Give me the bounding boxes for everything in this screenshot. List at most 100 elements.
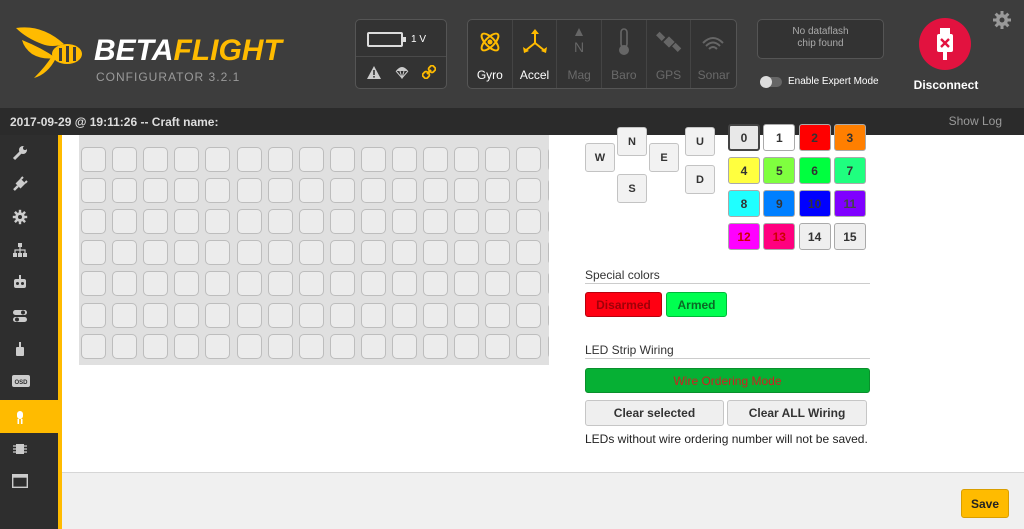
- led-cell[interactable]: [81, 302, 106, 328]
- led-cell[interactable]: [423, 209, 449, 235]
- led-cell[interactable]: [547, 333, 549, 359]
- led-cell[interactable]: [516, 178, 542, 204]
- color-button-9[interactable]: 9: [763, 190, 796, 217]
- clear-selected-button[interactable]: Clear selected: [585, 400, 724, 426]
- led-cell[interactable]: [298, 147, 324, 172]
- expert-mode-toggle[interactable]: Enable Expert Mode: [760, 75, 879, 88]
- led-cell[interactable]: [298, 209, 324, 235]
- led-cell[interactable]: [205, 271, 231, 297]
- led-cell[interactable]: [392, 147, 417, 172]
- led-cell[interactable]: [143, 271, 169, 297]
- led-cell[interactable]: [298, 271, 324, 297]
- led-cell[interactable]: [112, 178, 138, 204]
- led-cell[interactable]: [81, 147, 106, 172]
- led-cell[interactable]: [267, 302, 293, 328]
- sidebar-item-setup[interactable]: [0, 137, 58, 168]
- led-cell[interactable]: [112, 209, 138, 235]
- sidebar-item-osd[interactable]: OSD: [0, 365, 58, 396]
- color-button-2[interactable]: 2: [798, 124, 831, 151]
- led-cell[interactable]: [423, 147, 449, 172]
- led-cell[interactable]: [485, 333, 511, 359]
- led-cell[interactable]: [516, 333, 542, 359]
- sidebar-item-receiver[interactable]: [0, 266, 58, 297]
- usb-disconnect-icon[interactable]: [919, 18, 971, 70]
- led-cell[interactable]: [205, 147, 231, 172]
- led-cell[interactable]: [329, 271, 355, 297]
- led-cell[interactable]: [360, 271, 386, 297]
- led-cell[interactable]: [298, 178, 324, 204]
- led-cell[interactable]: [485, 271, 511, 297]
- sidebar-item-cli[interactable]: [0, 465, 58, 496]
- led-cell[interactable]: [267, 240, 293, 266]
- led-cell[interactable]: [454, 333, 480, 359]
- led-cell[interactable]: [516, 302, 542, 328]
- led-cell[interactable]: [329, 333, 355, 359]
- sidebar-item-led-strip[interactable]: [0, 400, 62, 433]
- led-cell[interactable]: [360, 209, 386, 235]
- led-cell[interactable]: [454, 240, 480, 266]
- led-cell[interactable]: [174, 209, 200, 235]
- led-cell[interactable]: [392, 333, 417, 359]
- color-button-12[interactable]: 12: [728, 223, 760, 250]
- color-button-1[interactable]: 1: [763, 124, 796, 151]
- led-cell[interactable]: [547, 240, 549, 266]
- led-cell[interactable]: [392, 271, 417, 297]
- led-cell[interactable]: [143, 209, 169, 235]
- led-cell[interactable]: [423, 178, 449, 204]
- led-cell[interactable]: [360, 302, 386, 328]
- led-cell[interactable]: [485, 147, 511, 172]
- led-cell[interactable]: [174, 178, 200, 204]
- led-cell[interactable]: [236, 240, 262, 266]
- led-cell[interactable]: [547, 302, 549, 328]
- color-button-15[interactable]: 15: [833, 223, 866, 250]
- led-cell[interactable]: [143, 240, 169, 266]
- led-cell[interactable]: [174, 302, 200, 328]
- led-cell[interactable]: [174, 240, 200, 266]
- color-button-7[interactable]: 7: [833, 157, 866, 184]
- direction-d-button[interactable]: D: [685, 165, 715, 194]
- led-cell[interactable]: [143, 333, 169, 359]
- color-button-5[interactable]: 5: [763, 157, 796, 184]
- led-cell[interactable]: [485, 209, 511, 235]
- led-cell[interactable]: [485, 178, 511, 204]
- led-cell[interactable]: [298, 333, 324, 359]
- led-cell[interactable]: [516, 240, 542, 266]
- led-cell[interactable]: [267, 333, 293, 359]
- color-button-4[interactable]: 4: [728, 157, 760, 184]
- led-cell[interactable]: [81, 209, 106, 235]
- led-cell[interactable]: [392, 178, 417, 204]
- color-button-6[interactable]: 6: [798, 157, 831, 184]
- led-cell[interactable]: [236, 178, 262, 204]
- color-button-3[interactable]: 3: [833, 124, 866, 151]
- sidebar-item-pid-tuning[interactable]: [0, 234, 58, 265]
- led-cell[interactable]: [392, 209, 417, 235]
- led-cell[interactable]: [547, 271, 549, 297]
- led-cell[interactable]: [360, 240, 386, 266]
- led-cell[interactable]: [81, 240, 106, 266]
- clear-all-wiring-button[interactable]: Clear ALL Wiring: [727, 400, 867, 426]
- led-cell[interactable]: [423, 271, 449, 297]
- led-cell[interactable]: [112, 302, 138, 328]
- led-cell[interactable]: [329, 178, 355, 204]
- armed-color-button[interactable]: Armed: [666, 292, 727, 317]
- led-cell[interactable]: [516, 147, 542, 172]
- led-cell[interactable]: [298, 240, 324, 266]
- led-cell[interactable]: [236, 271, 262, 297]
- led-cell[interactable]: [516, 271, 542, 297]
- led-cell[interactable]: [112, 147, 138, 172]
- led-cell[interactable]: [267, 147, 293, 172]
- led-cell[interactable]: [329, 209, 355, 235]
- led-grid[interactable]: [79, 135, 549, 365]
- direction-u-button[interactable]: U: [685, 127, 715, 156]
- show-log-link[interactable]: Show Log: [949, 114, 1002, 128]
- wire-ordering-mode-button[interactable]: Wire Ordering Mode: [585, 368, 870, 393]
- color-button-8[interactable]: 8: [728, 190, 760, 217]
- led-cell[interactable]: [112, 333, 138, 359]
- led-cell[interactable]: [454, 178, 480, 204]
- led-cell[interactable]: [205, 178, 231, 204]
- led-cell[interactable]: [360, 178, 386, 204]
- led-cell[interactable]: [174, 333, 200, 359]
- led-cell[interactable]: [454, 147, 480, 172]
- led-cell[interactable]: [205, 302, 231, 328]
- sidebar-item-modes[interactable]: [0, 300, 58, 331]
